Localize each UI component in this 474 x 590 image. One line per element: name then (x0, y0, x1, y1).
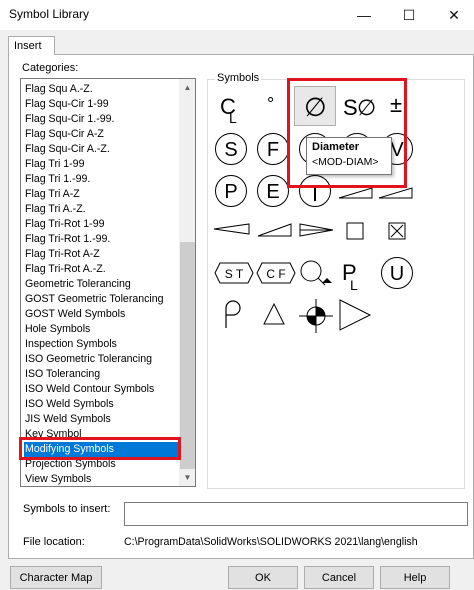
category-highlight-box (19, 437, 181, 460)
category-item[interactable]: Inspection Symbols (24, 337, 117, 352)
parting-line-symbol[interactable]: P L (340, 258, 370, 292)
category-item[interactable]: Flag Tri 1.-99. (24, 172, 90, 187)
maximize-button[interactable]: ☐ (391, 0, 427, 30)
scroll-up-icon[interactable]: ▲ (179, 79, 195, 96)
circle-s-symbol[interactable]: S (214, 132, 248, 166)
cf-glyph: C F (266, 267, 285, 281)
circle-u-symbol[interactable]: U (380, 256, 414, 290)
st-glyph: S T (225, 267, 244, 281)
categories-scrollbar[interactable]: ▲ ▼ (179, 79, 195, 486)
unequally-disposed-symbol[interactable] (298, 258, 334, 288)
category-item[interactable]: ISO Weld Symbols (24, 397, 114, 412)
circle-s-glyph: S (224, 139, 237, 161)
symbols-to-insert-label: Symbols to insert: (23, 503, 111, 515)
category-item[interactable]: GOST Geometric Tolerancing (24, 292, 164, 307)
category-item[interactable]: Flag Squ-Cir 1-99 (24, 97, 109, 112)
centroid-symbol[interactable] (298, 298, 334, 334)
slope-symbol[interactable] (256, 222, 294, 238)
category-item[interactable]: Flag Tri-Rot A-Z (24, 247, 100, 262)
file-location-path: C:\ProgramData\SolidWorks\SOLIDWORKS 202… (124, 536, 418, 548)
symbol-highlight-box (287, 78, 407, 188)
cancel-button[interactable]: Cancel (304, 566, 374, 589)
category-item[interactable]: Flag Squ-Cir A-Z (24, 127, 104, 142)
scroll-down-icon[interactable]: ▼ (179, 469, 195, 486)
continuous-feature-symbol[interactable]: C F (256, 262, 296, 284)
category-item[interactable]: ISO Geometric Tolerancing (24, 352, 152, 367)
slope-left-symbol[interactable] (212, 222, 252, 236)
close-button[interactable]: ✕ (436, 0, 472, 30)
category-item[interactable]: ISO Tolerancing (24, 367, 100, 382)
window-title: Symbol Library (9, 7, 90, 21)
circle-e-glyph: E (266, 181, 279, 203)
title-bar: Symbol Library — ☐ ✕ (0, 0, 474, 30)
category-item[interactable]: Flag Tri-Rot 1-99 (24, 217, 104, 232)
category-item[interactable]: Flag Tri-Rot A.-Z. (24, 262, 106, 277)
centerline-symbol[interactable]: C L (214, 92, 248, 126)
scroll-thumb[interactable] (180, 242, 195, 469)
minimize-button[interactable]: — (346, 0, 382, 30)
circle-p-glyph: P (224, 181, 237, 203)
large-triangle-symbol[interactable] (338, 298, 372, 332)
symbols-group-label: Symbols (215, 72, 262, 84)
circle-p-symbol[interactable]: P (214, 174, 248, 208)
categories-listbox[interactable]: Flag Squ A.-Z. Flag Squ-Cir 1-99 Flag Squ-… (20, 78, 196, 487)
category-item[interactable]: Flag Tri A.-Z. (24, 202, 86, 217)
symbols-to-insert-field[interactable] (124, 502, 468, 526)
square-x-symbol[interactable] (388, 222, 406, 240)
close-icon: ✕ (448, 6, 460, 23)
category-item[interactable]: Flag Squ A.-Z. (24, 82, 93, 97)
degree-glyph: ° (267, 94, 274, 114)
category-item[interactable]: Flag Tri-Rot 1.-99. (24, 232, 110, 247)
category-item[interactable]: View Symbols (24, 472, 91, 486)
free-state-symbol[interactable] (222, 298, 244, 330)
minimize-icon: — (357, 7, 371, 23)
pl-l: L (350, 277, 358, 292)
centerline-l: L (229, 110, 237, 126)
conical-taper-symbol[interactable] (298, 222, 336, 238)
circle-e-symbol[interactable]: E (256, 174, 290, 208)
maximize-icon: ☐ (402, 6, 416, 23)
file-location-label: File location: (23, 536, 85, 548)
ok-button[interactable]: OK (228, 566, 298, 589)
categories-label: Categories: (22, 62, 79, 74)
category-item[interactable]: Hole Symbols (24, 322, 90, 337)
category-item[interactable]: GOST Weld Symbols (24, 307, 125, 322)
tab-insert[interactable]: Insert (8, 36, 55, 55)
help-button[interactable]: Help (380, 566, 450, 589)
category-item[interactable]: Flag Tri A-Z (24, 187, 80, 202)
statistical-symbol[interactable]: S T (214, 262, 254, 284)
category-item[interactable]: Flag Squ-Cir A.-Z. (24, 142, 110, 157)
triangle-symbol[interactable] (262, 302, 286, 326)
circle-u-glyph: U (390, 263, 404, 285)
category-item[interactable]: Flag Tri 1-99 (24, 157, 84, 172)
circle-f-glyph: F (267, 139, 279, 161)
category-item[interactable]: JIS Weld Symbols (24, 412, 111, 427)
category-item[interactable]: Geometric Tolerancing (24, 277, 131, 292)
taper-left-symbol[interactable] (338, 186, 374, 200)
circle-f-symbol[interactable]: F (256, 132, 290, 166)
character-map-button[interactable]: Character Map (10, 566, 102, 589)
category-item[interactable]: Flag Squ-Cir 1.-99. (24, 112, 115, 127)
degree-symbol[interactable]: ° (264, 94, 284, 118)
taper-right-symbol[interactable] (378, 186, 414, 200)
square-symbol[interactable] (346, 222, 364, 240)
category-item[interactable]: ISO Weld Contour Symbols (24, 382, 154, 397)
